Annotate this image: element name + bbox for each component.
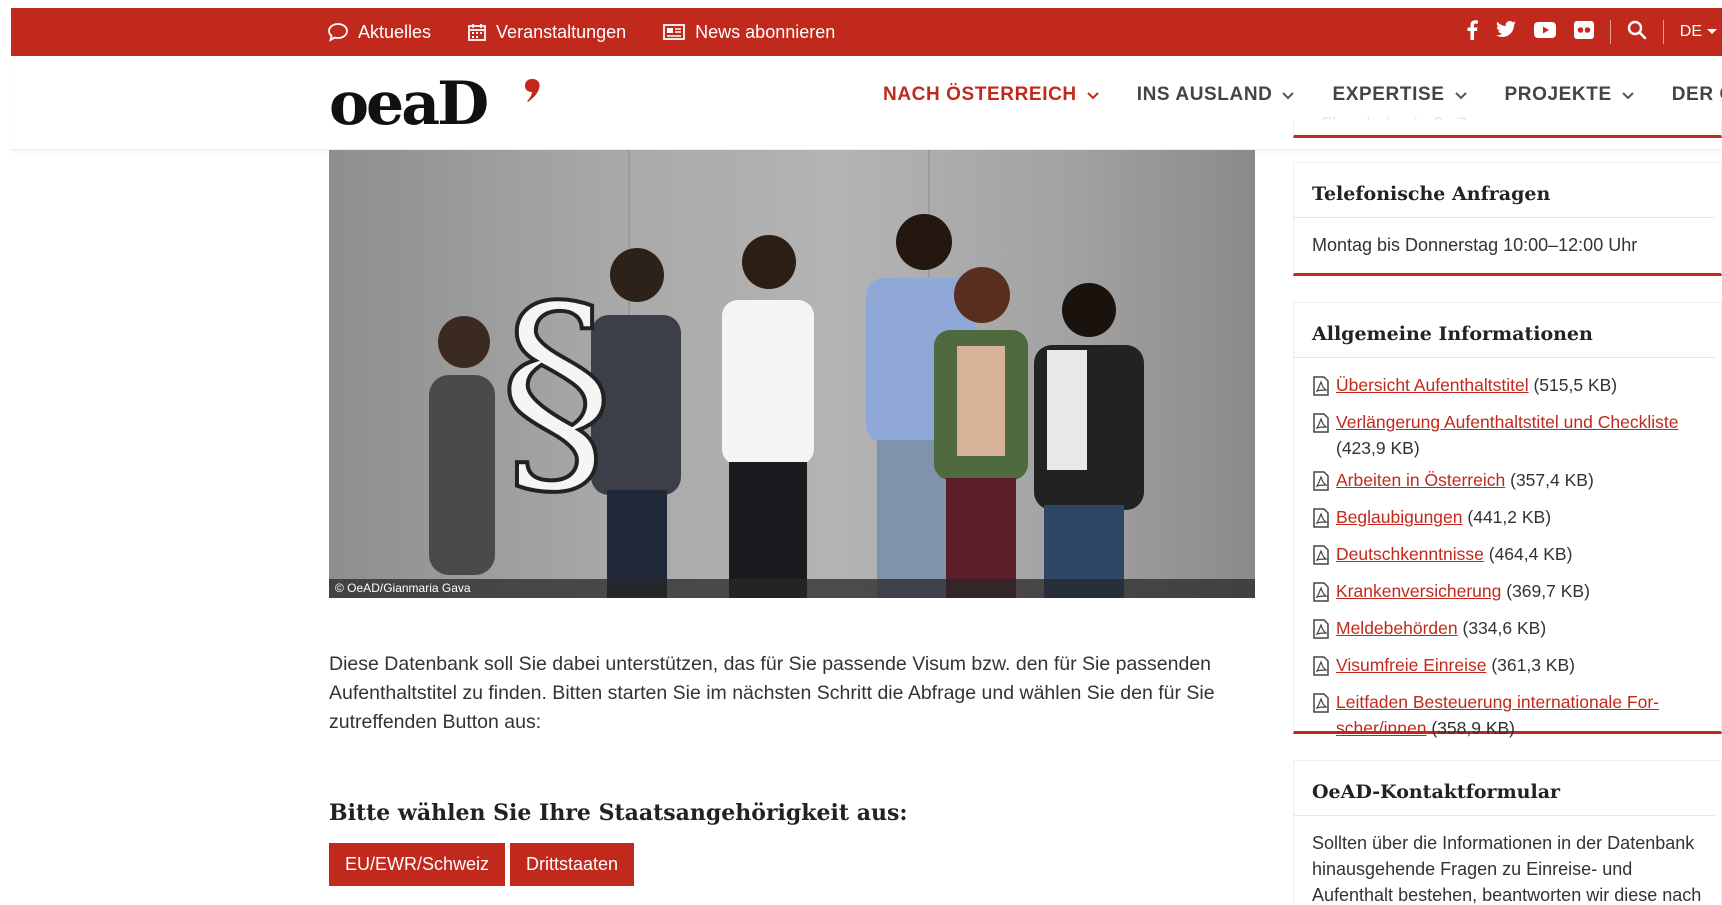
news-abonnieren-link[interactable]: News abonnieren — [662, 22, 835, 43]
contact-form-box: OeAD-Kontaktformular Sollten über die In… — [1293, 760, 1722, 905]
contact-box-title: OeAD-Kontaktformular — [1294, 761, 1715, 816]
nationality-buttons: EU/EWR/Schweiz Drittstaaten — [329, 843, 635, 886]
logo-accent — [525, 79, 540, 102]
document-link[interactable]: Deutschkenntnisse — [1336, 544, 1484, 564]
speech-bubble-icon — [327, 22, 349, 42]
language-selector[interactable]: DE — [1680, 23, 1722, 41]
document-item: Krankenversicherung (369,7 KB) — [1312, 578, 1703, 609]
intro-text: Diese Datenbank soll Sie dabei unterstüt… — [329, 653, 1215, 733]
info-box-title: Allgemeine Informationen — [1294, 303, 1715, 358]
nav-label: NACH ÖSTERREICH — [883, 84, 1077, 105]
document-size: (464,4 KB) — [1488, 544, 1573, 564]
flickr-icon[interactable] — [1573, 20, 1594, 44]
phone-inquiries-box: Telefonische Anfragen Montag bis Donners… — [1293, 162, 1722, 276]
chevron-down-icon — [1282, 84, 1295, 106]
document-item: Deutschkenntnisse (464,4 KB) — [1312, 541, 1703, 572]
eu-ewr-schweiz-button[interactable]: EU/EWR/Schweiz — [329, 843, 506, 886]
aktuelles-label: Aktuelles — [358, 21, 432, 42]
document-size: (423,9 KB) — [1336, 438, 1420, 458]
document-item: Visumfreie Einreise (361,3 KB) — [1312, 652, 1703, 683]
nav-projekte[interactable]: PROJEKTE — [1505, 84, 1634, 106]
search-icon[interactable] — [1627, 20, 1647, 45]
group-photo-illustration: § — [429, 150, 1144, 598]
general-info-box: Allgemeine Informationen Übersicht Aufen… — [1293, 302, 1722, 738]
document-item: Verlängerung Aufenthaltstitel und Checkl… — [1312, 409, 1703, 461]
document-link[interactable]: Visumfreie Einreise — [1336, 655, 1486, 675]
pdf-icon — [1312, 656, 1330, 683]
chevron-down-icon — [1622, 84, 1634, 106]
logo-wordmark: oeaD — [329, 69, 489, 139]
nav-nach-oesterreich[interactable]: NACH ÖSTERREICH — [883, 84, 1099, 106]
nationality-question: Bitte wählen Sie Ihre Staatsangehörigkei… — [329, 800, 908, 826]
twitter-icon[interactable] — [1495, 20, 1516, 43]
veranstaltungen-label: Veranstaltungen — [496, 21, 627, 42]
oead-logo[interactable]: oeaD — [329, 74, 549, 134]
divider — [1662, 20, 1664, 44]
facebook-icon[interactable] — [1466, 19, 1478, 45]
document-size: (334,6 KB) — [1462, 618, 1547, 638]
language-label: DE — [1679, 23, 1702, 40]
chevron-down-icon — [1087, 84, 1099, 106]
divider — [1609, 20, 1611, 44]
document-size: (357,4 KB) — [1510, 470, 1594, 490]
document-size: (441,2 KB) — [1467, 507, 1552, 527]
nav-ins-ausland[interactable]: INS AUSLAND — [1137, 84, 1295, 106]
top-links: Aktuelles Veranstaltungen News abonniere… — [327, 8, 835, 56]
chevron-down-icon — [1706, 23, 1718, 41]
document-list: Übersicht Aufenthaltstitel (515,5 KB) Ve… — [1294, 358, 1721, 741]
chevron-down-icon — [1454, 84, 1467, 106]
youtube-icon[interactable] — [1533, 21, 1556, 43]
phone-box-text: Montag bis Donnerstag 10:00–12:00 Uhr — [1312, 235, 1638, 255]
document-link[interactable]: Beglaubigungen — [1336, 507, 1463, 527]
nav-label: PROJEKTE — [1504, 84, 1612, 105]
drittstaaten-button[interactable]: Drittstaaten — [510, 843, 635, 886]
document-link[interactable]: Übersicht Aufenthaltstitel — [1336, 375, 1529, 395]
nav-der-oead[interactable]: DER OEAD — [1672, 84, 1722, 106]
document-link[interactable]: Krankenversicherung — [1336, 581, 1501, 601]
document-size: (361,3 KB) — [1491, 655, 1575, 675]
aktuelles-link[interactable]: Aktuelles — [327, 22, 431, 43]
nav-label: INS AUSLAND — [1136, 84, 1273, 105]
nav-label: DER OEAD — [1671, 84, 1722, 105]
document-item: Beglaubigungen (441,2 KB) — [1312, 504, 1703, 535]
photo-credit: © OeAD/Gianmaria Gava — [329, 579, 1255, 598]
nav-expertise[interactable]: EXPERTISE — [1332, 84, 1467, 106]
pdf-icon — [1312, 545, 1330, 572]
document-size: (515,5 KB) — [1533, 375, 1618, 395]
document-size: (369,7 KB) — [1506, 581, 1590, 601]
sidebar-box-top — [1293, 120, 1722, 138]
pdf-icon — [1312, 471, 1330, 498]
social-links — [1466, 19, 1594, 45]
pdf-icon — [1312, 582, 1330, 609]
document-link[interactable]: Arbeiten in Österreich — [1336, 470, 1505, 490]
pdf-icon — [1312, 508, 1330, 535]
document-item: Arbeiten in Österreich (357,4 KB) — [1312, 467, 1703, 498]
document-link[interactable]: Verlängerung Aufenthaltstitel und Checkl… — [1336, 412, 1678, 432]
svg-text:§: § — [499, 258, 614, 525]
nav-label: EXPERTISE — [1332, 84, 1445, 105]
top-right-tools: DE — [1466, 8, 1722, 56]
pdf-icon — [1312, 693, 1330, 741]
document-item: Leitfaden Besteuerung internationale For… — [1312, 689, 1703, 741]
main-navigation: NACH ÖSTERREICH INS AUSLAND EXPERTISE PR… — [883, 84, 1722, 106]
document-item: Meldebehörden (334,6 KB) — [1312, 615, 1703, 646]
contact-box-text: Sollten über die Informationen in der Da… — [1312, 833, 1702, 905]
calendar-icon — [467, 22, 487, 42]
top-bar: Aktuelles Veranstaltungen News abonniere… — [11, 8, 1722, 56]
hero-photo: § © OeAD/Gianmaria Gava — [329, 150, 1255, 598]
document-item: Übersicht Aufenthaltstitel (515,5 KB) — [1312, 372, 1703, 403]
news-abonnieren-label: News abonnieren — [695, 21, 836, 42]
pdf-icon — [1312, 376, 1330, 403]
pdf-icon — [1312, 413, 1330, 461]
newspaper-icon — [662, 23, 686, 41]
veranstaltungen-link[interactable]: Veranstaltungen — [467, 22, 626, 43]
pdf-icon — [1312, 619, 1330, 646]
document-link[interactable]: Meldebehörden — [1336, 618, 1458, 638]
document-size: (358,9 KB) — [1431, 718, 1516, 738]
phone-box-title: Telefonische Anfragen — [1294, 163, 1715, 218]
